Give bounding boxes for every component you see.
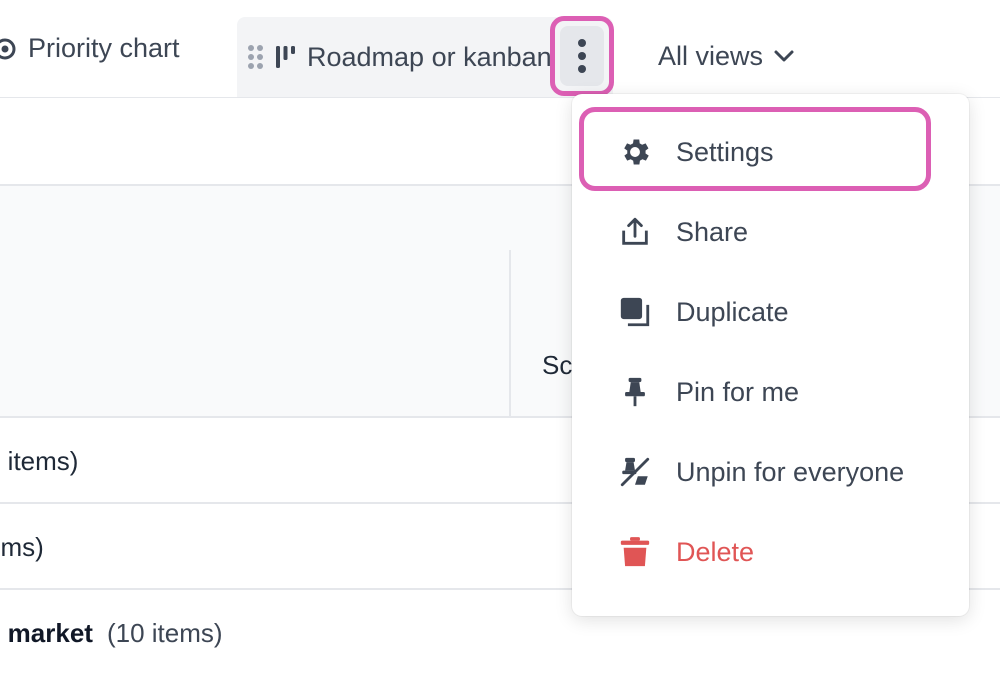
group-count: 6 items) — [0, 446, 79, 476]
column-divider[interactable] — [509, 250, 511, 416]
menu-item-unpin-for-everyone[interactable]: Unpin for everyone — [572, 432, 969, 512]
menu-item-pin-for-me[interactable]: Pin for me — [572, 352, 969, 432]
target-icon — [0, 38, 16, 59]
column-header[interactable]: Sc — [542, 350, 572, 381]
all-views-label: All views — [658, 40, 764, 71]
menu-item-duplicate[interactable]: Duplicate — [572, 272, 969, 352]
view-options-menu: Settings Share Duplicate Pin for me Unpi… — [572, 94, 969, 616]
trash-icon — [618, 535, 652, 569]
chevron-down-icon — [774, 50, 794, 62]
share-icon — [618, 215, 652, 249]
pin-icon — [618, 375, 652, 409]
more-vertical-icon — [560, 26, 604, 86]
group-name: e market — [0, 618, 93, 648]
menu-item-label: Settings — [676, 136, 774, 167]
menu-item-delete[interactable]: Delete — [572, 512, 969, 592]
gear-icon — [618, 135, 652, 169]
menu-item-label: Unpin for everyone — [676, 456, 905, 487]
menu-item-label: Duplicate — [676, 296, 789, 327]
roadmap-icon — [276, 46, 295, 68]
view-options-button[interactable] — [550, 16, 614, 96]
menu-item-label: Delete — [676, 536, 755, 567]
menu-item-settings[interactable]: Settings — [572, 112, 969, 192]
group-count: (10 items) — [106, 618, 223, 648]
duplicate-icon — [618, 295, 652, 329]
menu-item-label: Share — [676, 216, 749, 247]
tab-roadmap-label: Roadmap or kanban — [307, 41, 552, 72]
view-tab-bar: Priority chart Roadmap or kanban All vie… — [0, 0, 1000, 98]
drag-handle-icon[interactable] — [247, 44, 265, 70]
tab-priority-chart[interactable]: Priority chart — [0, 0, 180, 97]
tab-priority-label: Priority chart — [28, 33, 180, 63]
menu-item-share[interactable]: Share — [572, 192, 969, 272]
group-count: ems) — [0, 532, 44, 562]
menu-item-label: Pin for me — [676, 376, 800, 407]
unpin-icon — [618, 455, 652, 489]
